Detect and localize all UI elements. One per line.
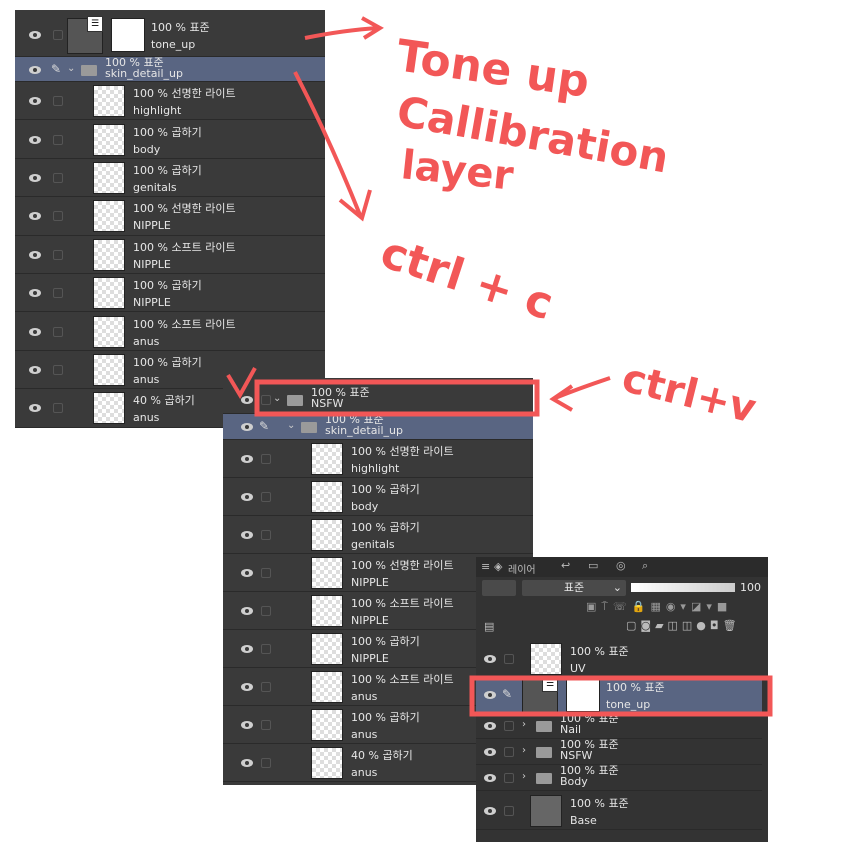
annotation-copy: ctrl + c [375,227,560,330]
annotations: Tone up Callibration layer ctrl + c ctrl… [226,16,773,717]
arrow-to-copy [293,71,372,222]
annotation-paste: ctrl+v [618,355,761,433]
arrow-to-title [304,16,384,40]
arrow-to-paste [549,376,611,412]
highlight-box-nsfw [254,379,540,417]
highlight-box-tone-up [469,675,773,717]
checkmark-annotation [226,367,257,399]
